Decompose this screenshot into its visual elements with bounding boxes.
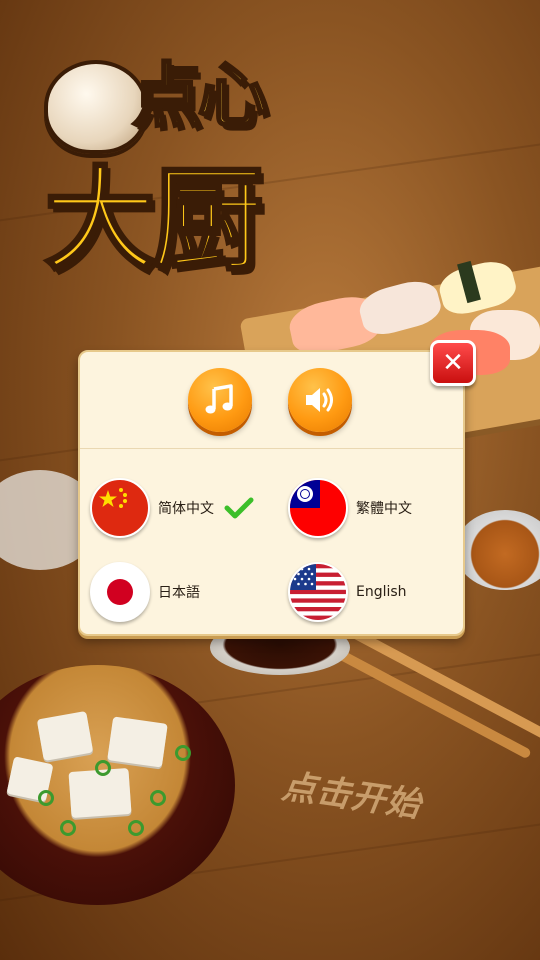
japan-flag-icon: [90, 562, 150, 622]
speaker-icon: [306, 388, 333, 412]
language-option-english[interactable]: English: [288, 562, 407, 622]
logo-title-top: 点心: [131, 54, 270, 139]
music-note-icon: [205, 384, 233, 414]
green-onion: [150, 790, 166, 806]
language-option-simplified-chinese[interactable]: 简体中文: [90, 478, 254, 538]
taiwan-flag-icon: [288, 478, 348, 538]
language-label: 日本語: [158, 585, 200, 601]
music-toggle-button[interactable]: [188, 368, 252, 432]
green-onion: [60, 820, 76, 836]
language-label: 简体中文: [158, 501, 214, 517]
close-button[interactable]: ✕: [430, 340, 476, 386]
tofu-cube: [36, 710, 94, 762]
china-flag-icon: [90, 478, 150, 538]
checkmark-icon: [224, 497, 254, 519]
green-onion: [128, 820, 144, 836]
language-option-traditional-chinese[interactable]: 繁體中文: [288, 478, 412, 538]
green-onion: [38, 790, 54, 806]
green-onion: [95, 760, 111, 776]
usa-flag-icon: [288, 562, 348, 622]
sound-toggle-button[interactable]: [288, 368, 352, 432]
logo-title-bottom: 大厨: [43, 155, 266, 288]
green-onion: [175, 745, 191, 761]
sauce-bowl: [455, 510, 540, 590]
close-x-icon: ✕: [442, 348, 464, 378]
dialog-divider: [80, 448, 463, 449]
tofu-cube: [107, 716, 168, 768]
language-option-japanese[interactable]: 日本語: [90, 562, 200, 622]
game-logo: 点心 大厨: [40, 40, 310, 288]
language-label: 繁體中文: [356, 501, 412, 517]
language-label: English: [356, 584, 407, 600]
